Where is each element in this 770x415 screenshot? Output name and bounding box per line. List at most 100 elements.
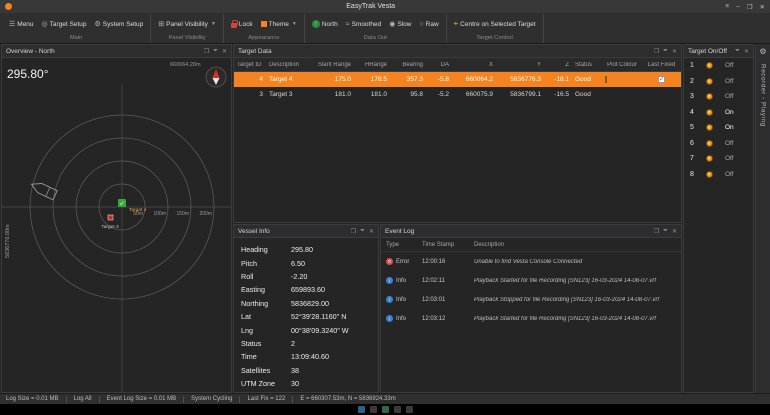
minimize-icon[interactable]: – [736,3,740,11]
system-setup-button[interactable]: ⚙ System Setup [92,19,147,30]
vessel-info-panel: Vessel Info ❐ ⏷ ✕ Heading295.80 Pitch6.5… [233,224,379,393]
taskbar-icon[interactable] [370,406,377,413]
overview-panel: Overview - North ❐ ⏷ ✕ 295.80° 660064.20… [1,44,232,393]
vessel-northing-value: 5836829.00 [291,299,329,308]
target-toggle-row-3: 3Off [684,89,753,105]
vessel-field-pitch: Pitch6.50 [241,256,371,269]
divider [292,396,293,403]
divider [99,396,100,403]
target-row-4[interactable]: 4 Target 4 175.0 178.5 357.3 -5.8 660064… [234,72,681,87]
compass-rose-icon [206,67,226,87]
close-panel-icon[interactable]: ✕ [369,228,374,235]
column-header: Time Stamp [422,242,474,248]
info-icon: i [386,277,393,284]
target-3-marker[interactable]: Target 3 [101,215,119,230]
gear-icon[interactable]: ⚙ [759,47,766,56]
float-panel-icon[interactable]: ❐ [204,48,209,55]
radar-display[interactable]: 295.80° 660064.20m 5836776.00m 50m 100m … [2,58,231,392]
heading-readout: 295.80° [7,67,49,81]
pin-panel-icon[interactable]: ⏷ [360,228,365,235]
centre-on-selected-target-button[interactable]: ⌖ Centre on Selected Target [451,18,539,30]
target-toggle-button[interactable] [706,109,713,116]
toolbar-group-label-panel-visibility: Panel Visibility [155,34,219,43]
target-data-panel-header: Target Data ❐ ⏷ ✕ [234,45,681,58]
close-panel-icon[interactable]: ✕ [744,48,749,55]
menu-button[interactable]: ☰ Menu [6,19,37,30]
pin-panel-icon[interactable]: ⏷ [735,48,740,55]
titlebar-menu-icon[interactable]: ≡ [725,3,729,11]
close-panel-icon[interactable]: ✕ [672,48,677,55]
float-panel-icon[interactable]: ❐ [351,228,356,235]
lock-button[interactable]: Lock [228,18,256,30]
vessel-lat-value: 52°39'28.1160" N [291,312,346,321]
target-on-off-panel: Target On/Off ⏷ ✕ 1Off 2Off 3Off 4On 5On… [683,44,754,393]
panel-visibility-button[interactable]: ⊞ Panel Visibility ▼ [155,19,219,30]
pin-panel-icon[interactable]: ⏷ [213,48,218,55]
vessel-field-lat: Lat52°39'28.1160" N [241,310,371,323]
target-toggle-button[interactable] [706,155,713,162]
taskbar-icon[interactable] [394,406,401,413]
target-toggle-button[interactable] [706,124,713,131]
system-setup-label: System Setup [103,21,143,28]
svg-text:✓: ✓ [120,202,125,208]
event-log-panel-header: Event Log ❐ ⏷ ✕ [381,225,681,238]
maximize-icon[interactable]: ❐ [747,3,753,11]
cell-bearing: 95.8 [390,91,426,98]
theme-button[interactable]: Theme ▼ [258,19,300,30]
last-fixed-checkbox[interactable]: ✓ [658,76,665,83]
taskbar-icon[interactable] [406,406,413,413]
status-system-cycling: System Cycling [191,396,232,402]
cell-description: Target 4 [266,76,312,83]
menu-button-label: Menu [17,21,33,28]
target-setup-button[interactable]: ◎ Target Setup [39,19,90,30]
column-header: Plot Colour [602,62,642,68]
app-icon [5,3,12,10]
side-dock-strip: ⚙ Recorder - Playing [755,44,770,393]
target-icon: ◎ [42,21,48,28]
target-toggle-button[interactable] [706,93,713,100]
float-panel-icon[interactable]: ❐ [654,48,659,55]
pin-panel-icon[interactable]: ⏷ [663,48,668,55]
centre-on-selected-target-label: Centre on Selected Target [460,21,535,28]
target-toggle-button[interactable] [706,78,713,85]
cell-da: -5.8 [426,76,452,83]
target-state-label: Off [725,171,734,178]
event-description: Playback Started for file Recording [SN1… [474,316,676,322]
status-last-fix: Last Fix = 122 [247,396,285,402]
column-header: Description [266,62,312,68]
target-data-panel: Target Data ❐ ⏷ ✕ Target ID Description … [233,44,682,223]
north-button[interactable]: ↑ North [309,18,341,30]
target-data-header-row: Target ID Description Slant Range HRange… [234,58,681,72]
target-toggle-button[interactable] [706,62,713,69]
toolbar-group-main: ☰ Menu ◎ Target Setup ⚙ System Setup Mai… [2,14,151,43]
target-toggle-button[interactable] [706,140,713,147]
taskbar-icon[interactable] [358,406,365,413]
slow-radio[interactable]: ◉ Slow [386,19,414,30]
target-3-marker-label: Target 3 [101,224,119,230]
taskbar-icon[interactable] [382,406,389,413]
target-toggle-button[interactable] [706,171,713,178]
divider [66,396,67,403]
status-log-all: Log All [74,396,92,402]
lock-icon [231,23,237,28]
pin-panel-icon[interactable]: ⏷ [663,228,668,235]
close-panel-icon[interactable]: ✕ [672,228,677,235]
column-header: Slant Range [312,62,354,68]
close-panel-icon[interactable]: ✕ [222,48,227,55]
target-4-marker-label: Target 4 [129,207,147,213]
smoothed-button[interactable]: ≈ Smoothed [343,19,384,30]
float-panel-icon[interactable]: ❐ [654,228,659,235]
vessel-field-status: Status2 [241,337,371,350]
vessel-easting-value: 659893.60 [291,285,325,294]
side-dock-tab[interactable]: Recorder - Playing [760,64,767,127]
target-row-3[interactable]: 3 Target 3 181.0 181.0 95.8 -5.2 660075.… [234,87,681,102]
target-state-label: On [725,109,734,116]
cell-slant-range: 175.0 [312,76,354,83]
plot-colour-swatch[interactable] [605,76,607,83]
close-icon[interactable]: ✕ [760,3,765,11]
cell-z: -18.1 [544,76,572,83]
info-icon: i [386,315,393,322]
target-setup-label: Target Setup [50,21,87,28]
vessel-info-panel-title: Vessel Info [238,228,351,235]
raw-radio[interactable]: ○ Raw [416,19,441,30]
